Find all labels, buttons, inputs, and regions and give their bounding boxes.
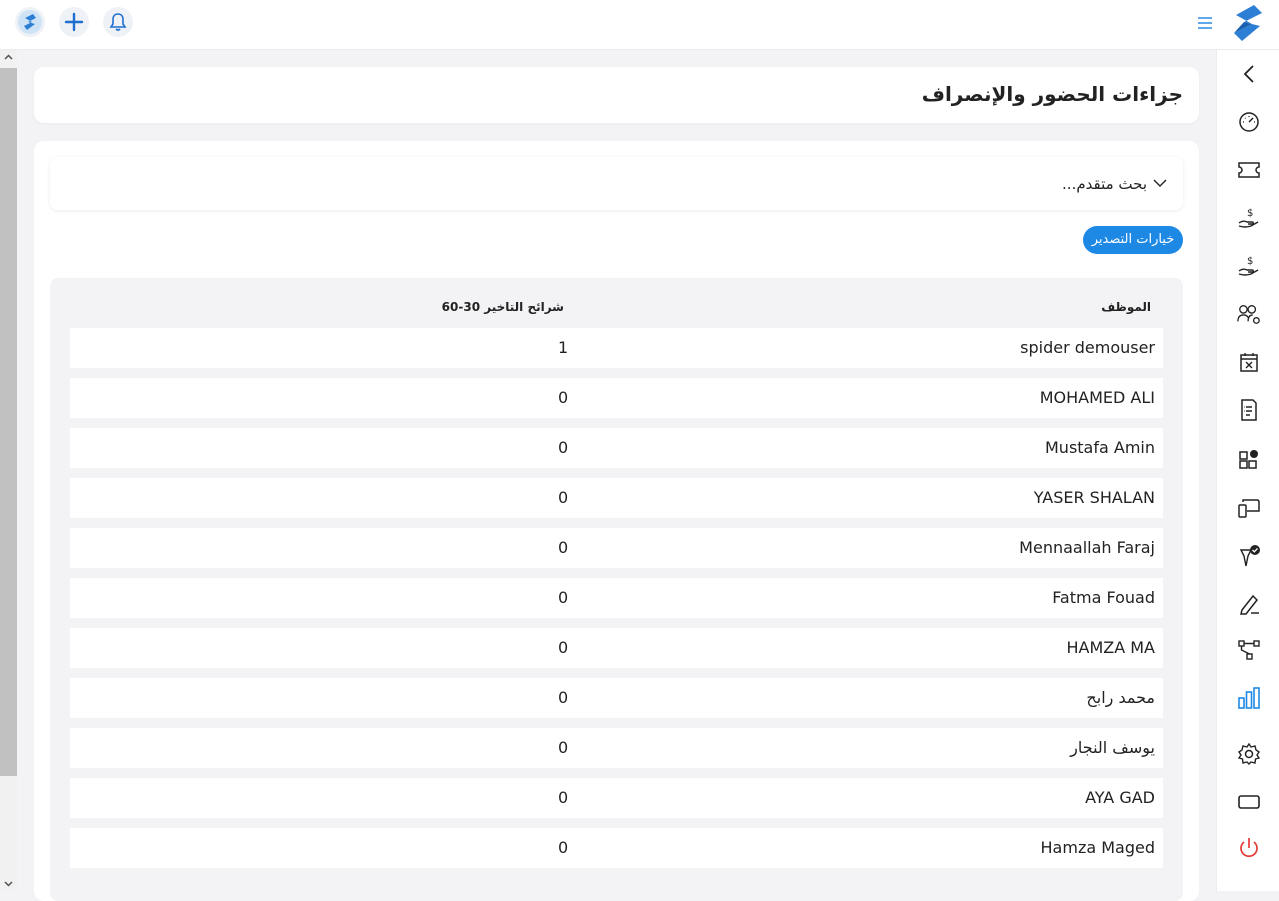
svg-text:$: $ [1247, 256, 1253, 267]
column-header-employee[interactable]: الموظف [1101, 300, 1151, 314]
menu-toggle-button[interactable] [1193, 11, 1217, 35]
sidebar-item-dashboard[interactable] [1237, 110, 1261, 134]
advanced-search-label: بحث متقدم... [1062, 175, 1147, 193]
approval-badge-icon [1239, 545, 1260, 567]
table-row[interactable]: Mustafa Amin 0 [70, 428, 1163, 468]
sidebar-item-documents[interactable] [1237, 398, 1261, 422]
svg-text:$: $ [1247, 208, 1253, 219]
reports-chart-icon [1238, 687, 1260, 709]
delay-count-cell: 0 [558, 738, 569, 757]
employee-name-cell: Fatma Fouad [1052, 588, 1155, 607]
settings-gear-icon [1237, 742, 1261, 765]
sidebar-item-devices[interactable] [1237, 496, 1261, 520]
app-logo-icon[interactable] [15, 7, 45, 37]
workflow-icon [1238, 640, 1260, 660]
sidebar-item-workflow[interactable] [1237, 638, 1261, 662]
notifications-button[interactable] [103, 7, 133, 37]
top-bar [0, 0, 1279, 50]
page-scrollbar[interactable] [0, 50, 17, 891]
employee-name-cell: محمد رابح [1086, 688, 1155, 707]
table-row[interactable]: YASER SHALAN 0 [70, 478, 1163, 518]
employee-name-cell: Hamza Maged [1040, 838, 1155, 857]
table-row[interactable]: MOHAMED ALI 0 [70, 378, 1163, 418]
delay-count-cell: 0 [558, 538, 569, 557]
scroll-up-arrow-icon[interactable] [3, 52, 14, 63]
power-icon [1240, 838, 1258, 858]
gauge-icon [1239, 112, 1259, 132]
page-title: جزاءات الحضور والإنصراف [921, 82, 1183, 106]
table-row[interactable]: يوسف النجار 0 [70, 728, 1163, 768]
sidebar-item-leaves[interactable] [1237, 350, 1261, 374]
employee-name-cell: Mustafa Amin [1045, 438, 1155, 457]
chevron-down-icon [1153, 179, 1167, 187]
sidebar-item-tickets[interactable] [1237, 158, 1261, 182]
delay-count-cell: 0 [558, 688, 569, 707]
table-row[interactable]: Hamza Maged 0 [70, 828, 1163, 868]
delay-count-cell: 0 [558, 388, 569, 407]
table-row[interactable]: AYA GAD 0 [70, 778, 1163, 818]
devices-icon [1238, 499, 1260, 518]
table-row[interactable]: Fatma Fouad 0 [70, 578, 1163, 618]
apps-grid-icon [1239, 450, 1258, 469]
employee-name-cell: spider demouser [1020, 338, 1155, 357]
penalties-table: الموظف شرائح التاخير 30-60 spider demous… [50, 278, 1183, 901]
scroll-down-arrow-icon[interactable] [3, 878, 14, 889]
bell-icon [109, 13, 127, 31]
brand-logo-icon[interactable] [1230, 3, 1266, 43]
sidebar-item-payments[interactable]: $ [1237, 254, 1261, 278]
calendar-cancel-icon [1240, 353, 1258, 372]
export-options-button[interactable]: خيارات التصدير [1083, 226, 1183, 254]
users-settings-icon [1237, 305, 1260, 324]
employee-name-cell: AYA GAD [1085, 788, 1155, 807]
add-button[interactable] [59, 7, 89, 37]
document-list-icon [1241, 399, 1257, 421]
employee-name-cell: Mennaallah Faraj [1019, 538, 1155, 557]
chevron-left-icon [1243, 65, 1254, 83]
scrollbar-thumb[interactable] [0, 68, 17, 776]
column-header-delay-30-60[interactable]: شرائح التاخير 30-60 [442, 300, 564, 314]
sidebar-item-logout[interactable] [1237, 836, 1261, 860]
table-row[interactable]: محمد رابح 0 [70, 678, 1163, 718]
page-header-card: جزاءات الحضور والإنصراف [34, 67, 1199, 123]
screen-icon [1238, 795, 1260, 809]
delay-count-cell: 0 [558, 438, 569, 457]
delay-count-cell: 0 [558, 488, 569, 507]
hamburger-icon [1198, 17, 1212, 29]
sidebar-item-settings[interactable] [1237, 742, 1261, 766]
sidebar-item-screen[interactable] [1237, 790, 1261, 814]
delay-count-cell: 0 [558, 838, 569, 857]
sidebar-item-signatures[interactable] [1237, 592, 1261, 616]
table-row[interactable]: spider demouser 1 [70, 328, 1163, 368]
payment-hand-icon: $ [1238, 256, 1259, 276]
advanced-search-toggle[interactable]: بحث متقدم... [50, 157, 1183, 210]
plus-icon [64, 12, 84, 32]
delay-count-cell: 0 [558, 788, 569, 807]
delay-count-cell: 1 [558, 338, 569, 357]
ticket-icon [1238, 162, 1260, 178]
employee-name-cell: يوسف النجار [1070, 738, 1155, 757]
employee-name-cell: HAMZA MA [1066, 638, 1155, 657]
salary-hand-icon: $ [1238, 208, 1259, 228]
sidebar-item-employees[interactable] [1237, 302, 1261, 326]
table-row[interactable]: HAMZA MA 0 [70, 628, 1163, 668]
table-row[interactable]: Mennaallah Faraj 0 [70, 528, 1163, 568]
sidebar-item-approvals[interactable] [1237, 544, 1261, 568]
sidebar-item-reports[interactable] [1237, 686, 1261, 710]
report-card: بحث متقدم... خيارات التصدير الموظف شرائح… [34, 141, 1199, 901]
delay-count-cell: 0 [558, 638, 569, 657]
employee-name-cell: MOHAMED ALI [1039, 388, 1155, 407]
signature-pen-icon [1240, 594, 1259, 615]
sidebar-item-salary[interactable]: $ [1237, 206, 1261, 230]
sidebar-rail: $ $ [1216, 50, 1279, 891]
employee-name-cell: YASER SHALAN [1033, 488, 1155, 507]
sidebar-collapse-button[interactable] [1237, 62, 1261, 86]
delay-count-cell: 0 [558, 588, 569, 607]
sidebar-item-apps[interactable] [1237, 448, 1261, 472]
